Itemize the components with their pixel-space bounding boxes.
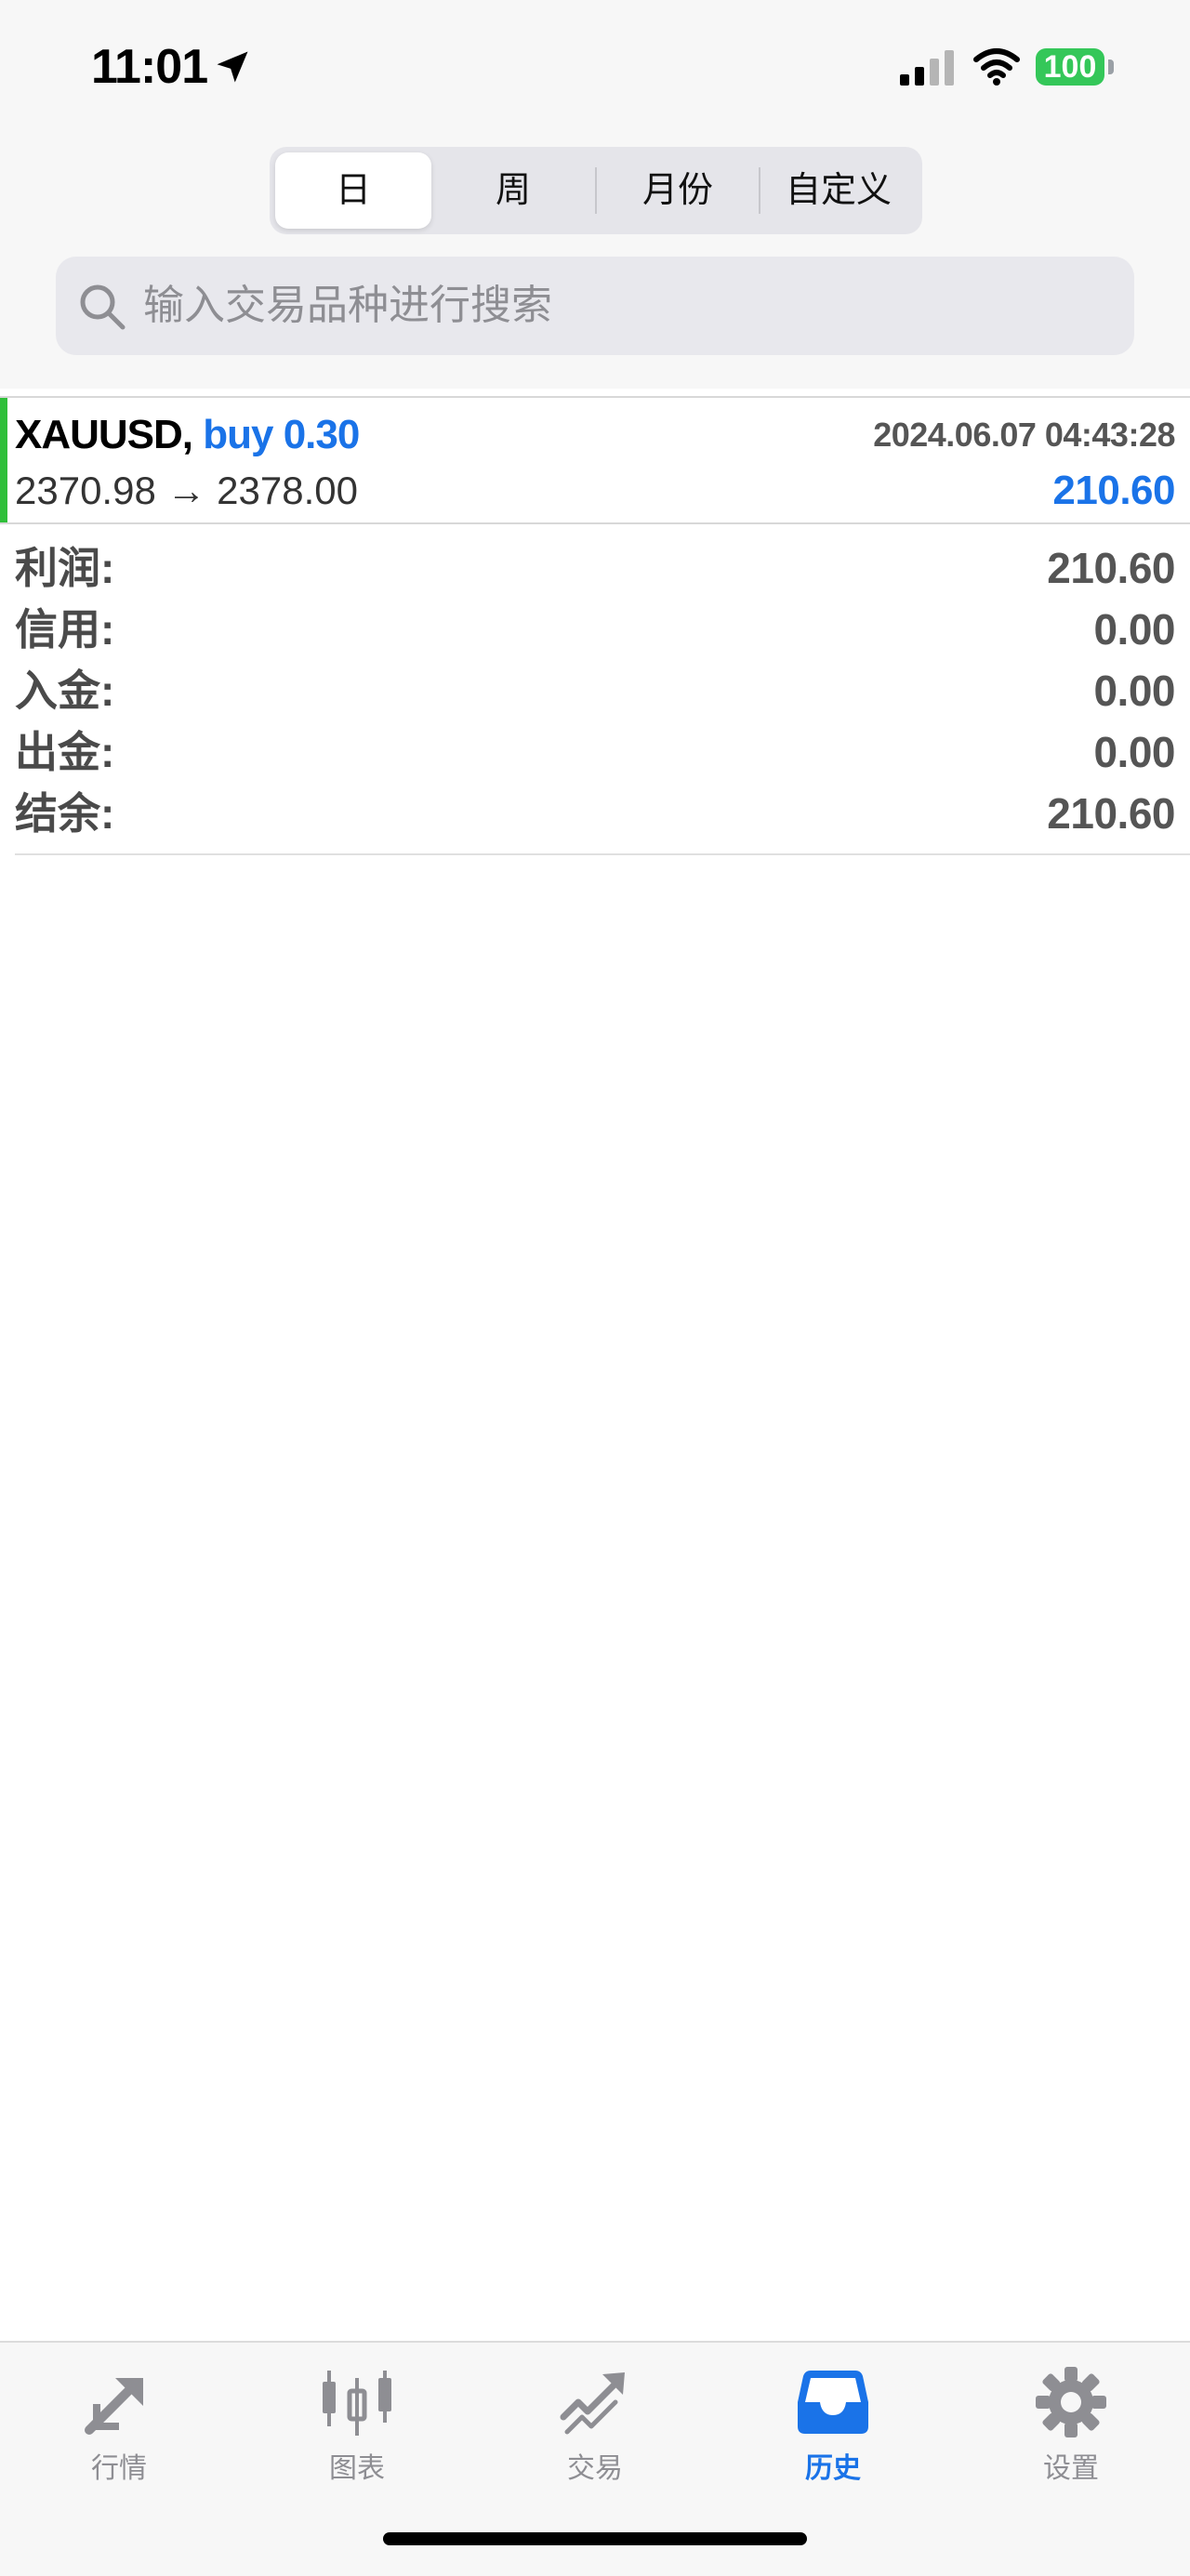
tab-label: 图表 [329,2453,385,2484]
period-tab-day[interactable]: 日 [275,152,431,229]
status-time: 11:01 [91,40,208,94]
summary-value: 0.00 [1093,605,1175,654]
history-icon [798,2371,868,2434]
deal-prices: 2370.98 → 2378.00 [15,469,358,512]
summary-row-credit: 信用: 0.00 [15,599,1175,660]
summary-row-profit: 利润: 210.60 [15,537,1175,599]
tab-label: 历史 [805,2453,861,2484]
summary-label: 信用: [15,605,115,654]
quotes-icon [85,2378,143,2435]
deal-symbol-line: XAUUSD, buy 0.30 [15,407,360,463]
wifi-icon [973,48,1020,86]
deal-time: 2024.06.07 04:43:28 [873,416,1175,454]
summary-label: 出金: [15,728,115,776]
battery-indicator: 100 [1036,48,1104,86]
summary-label: 利润: [15,544,115,592]
deal-row[interactable]: XAUUSD, buy 0.30 2024.06.07 04:43:28 237… [0,396,1190,524]
summary-divider [15,853,1190,855]
buy-indicator-bar [0,398,7,522]
summary-row-balance: 结余: 210.60 [15,783,1175,844]
cellular-signal-icon [900,50,954,86]
summary-row-deposit: 入金: 0.00 [15,660,1175,721]
period-tab-month[interactable]: 月份 [597,152,759,229]
summary-value: 0.00 [1093,667,1175,715]
summary-label: 结余: [15,789,115,838]
tab-label: 交易 [567,2453,623,2484]
search-bar [56,257,1134,355]
tab-label: 行情 [91,2453,147,2484]
deal-type: buy 0.30 [203,412,360,457]
summary-label: 入金: [15,667,115,715]
tab-quotes[interactable]: 行情 [26,2343,212,2491]
location-arrow-icon [217,51,248,83]
summary-list: 利润: 210.60 信用: 0.00 入金: 0.00 出金: 0.00 结余… [15,537,1175,844]
summary-value: 0.00 [1093,728,1175,776]
home-indicator [383,2532,807,2545]
deal-symbol: XAUUSD, [15,412,193,457]
summary-value: 210.60 [1047,789,1175,838]
summary-row-withdrawal: 出金: 0.00 [15,721,1175,783]
chart-icon [323,2371,391,2436]
search-input[interactable] [143,257,1110,355]
summary-value: 210.60 [1047,544,1175,592]
tab-chart[interactable]: 图表 [264,2343,450,2491]
tab-settings[interactable]: 设置 [978,2343,1164,2491]
trade-icon [560,2372,625,2435]
period-tab-week[interactable]: 周 [431,152,595,229]
battery-tip [1108,59,1114,74]
search-icon [80,284,126,330]
period-segmented-control: 日 周 月份 自定义 [270,147,922,234]
settings-icon [1036,2367,1106,2437]
tab-trade[interactable]: 交易 [502,2343,688,2491]
tab-history[interactable]: 历史 [740,2343,926,2491]
period-tab-custom[interactable]: 自定义 [760,152,917,229]
deal-profit: 210.60 [1052,468,1175,513]
tab-label: 设置 [1043,2453,1099,2484]
